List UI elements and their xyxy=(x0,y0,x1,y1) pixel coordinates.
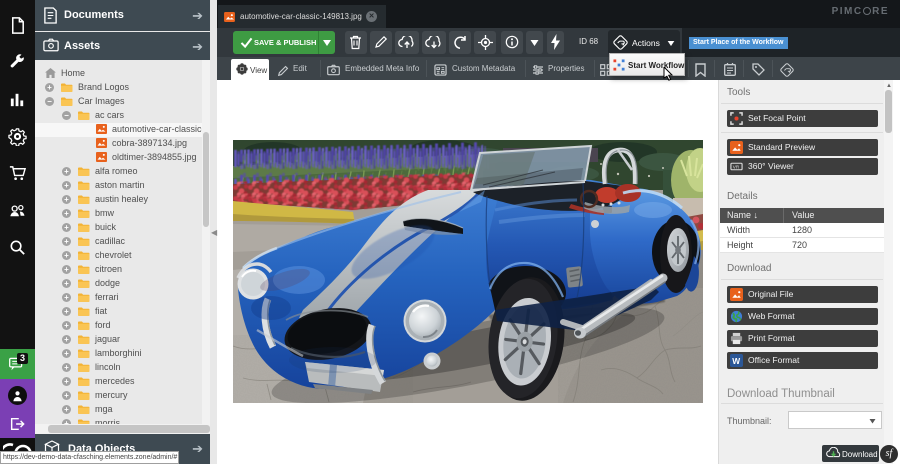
svg-text:W: W xyxy=(732,356,740,366)
svg-text:VR: VR xyxy=(733,165,740,170)
